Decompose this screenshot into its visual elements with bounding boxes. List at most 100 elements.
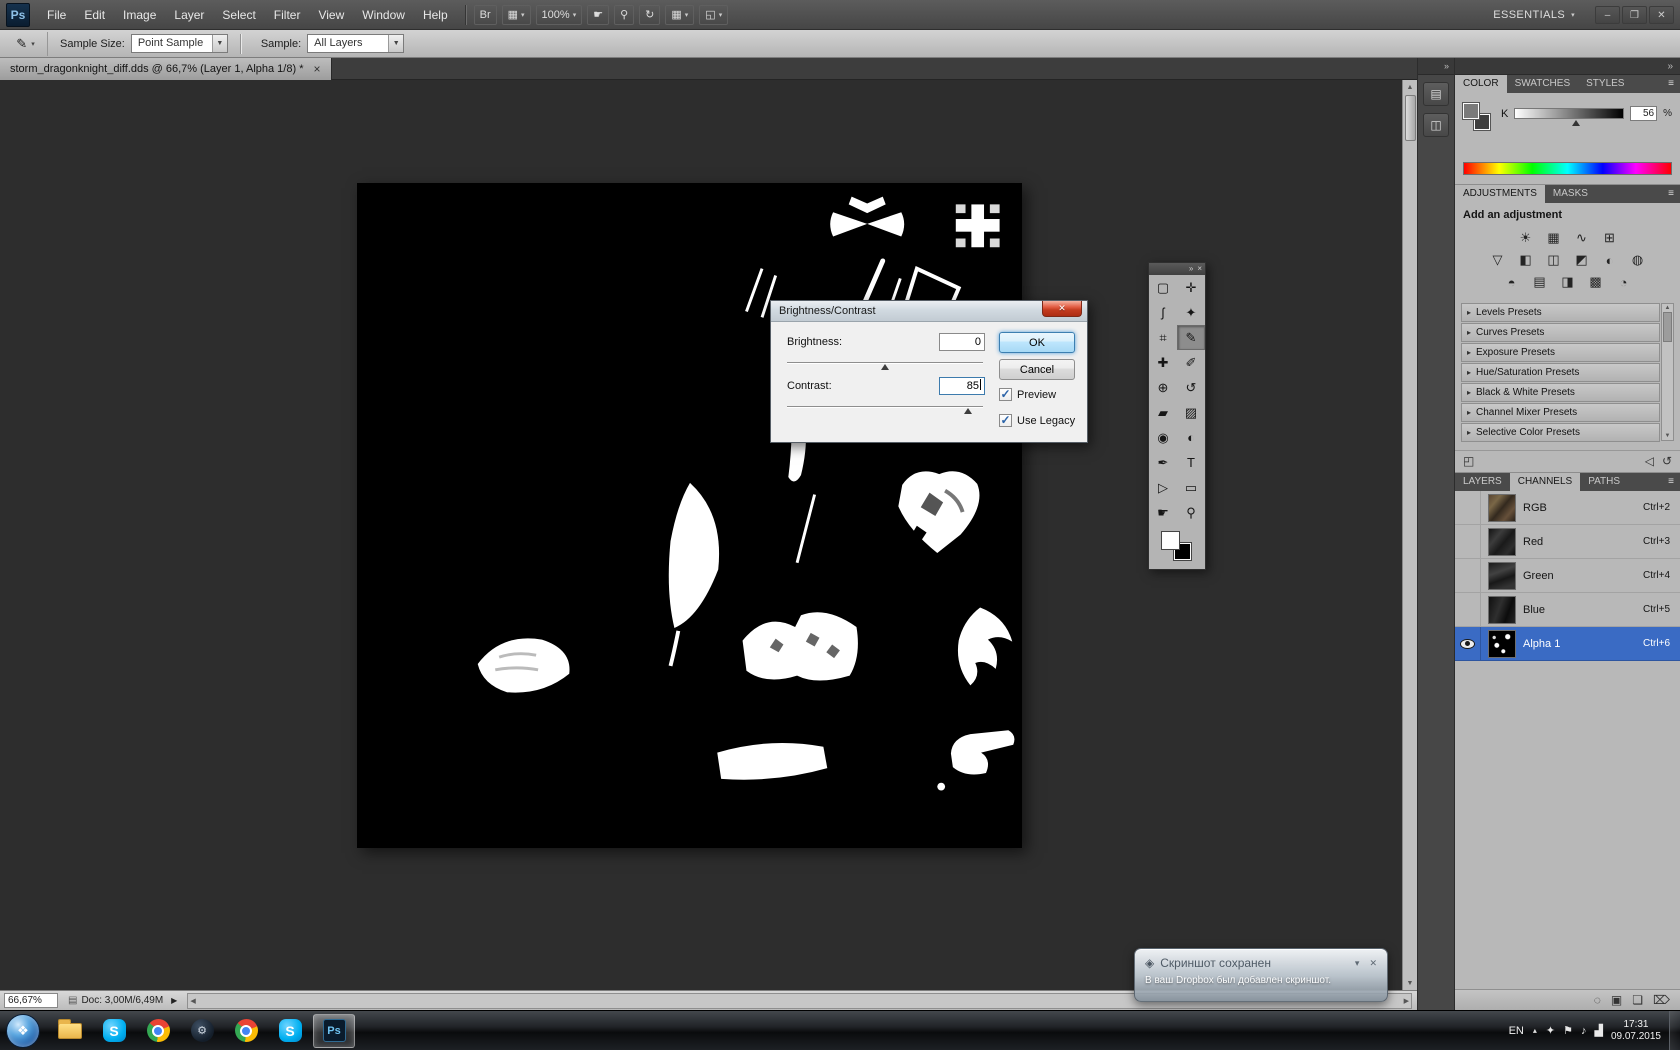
tray-volume-icon[interactable]: ♪: [1581, 1025, 1587, 1037]
use-legacy-checkbox[interactable]: ✓ Use Legacy: [999, 414, 1075, 427]
restore-button[interactable]: ❐: [1622, 5, 1647, 24]
contrast-slider-thumb[interactable]: [964, 408, 973, 414]
menu-layer[interactable]: Layer: [165, 0, 213, 30]
foreground-color-swatch[interactable]: [1462, 102, 1480, 120]
levels-adjustment-icon[interactable]: ▦: [1544, 229, 1564, 247]
preset-exposure-presets[interactable]: ▸ Exposure Presets: [1461, 343, 1660, 362]
tab-paths[interactable]: PATHS: [1580, 473, 1628, 491]
menu-image[interactable]: Image: [114, 0, 165, 30]
blur-tool[interactable]: ◉: [1149, 425, 1177, 450]
taskbar-clock[interactable]: 17:31 09.07.2015: [1611, 1019, 1661, 1043]
minimize-button[interactable]: –: [1595, 5, 1620, 24]
scroll-up-icon[interactable]: ▲: [1665, 305, 1671, 311]
channel-row-red[interactable]: Red Ctrl+3: [1455, 525, 1680, 559]
panel-menu-icon[interactable]: ≡: [1662, 473, 1680, 491]
hidden-icons-chevron[interactable]: ▴: [1533, 1026, 1537, 1035]
taskbar-explorer-button[interactable]: [49, 1014, 91, 1048]
show-desktop-button[interactable]: [1669, 1010, 1680, 1050]
visibility-toggle[interactable]: [1455, 525, 1481, 558]
k-slider-caret[interactable]: [1571, 120, 1580, 126]
brightness-contrast-adjustment-icon[interactable]: ☀: [1516, 229, 1536, 247]
menu-window[interactable]: Window: [353, 0, 414, 30]
preset-selective-color-presets[interactable]: ▸ Selective Color Presets: [1461, 423, 1660, 442]
taskbar-photoshop-button[interactable]: Ps: [313, 1013, 355, 1048]
zoom-level-dropdown[interactable]: 100% ▾: [535, 4, 583, 25]
invert-adjustment-icon[interactable]: ◓: [1502, 273, 1522, 291]
visibility-toggle[interactable]: [1455, 593, 1481, 626]
close-button[interactable]: ✕: [1649, 5, 1674, 24]
zoom-level-field[interactable]: 66,67%: [4, 993, 58, 1008]
tray-action-center-icon[interactable]: ⚑: [1563, 1024, 1573, 1037]
close-panel-icon[interactable]: ×: [1197, 264, 1202, 274]
tab-styles[interactable]: STYLES: [1578, 75, 1632, 93]
menu-edit[interactable]: Edit: [75, 0, 114, 30]
channel-mixer-adjustment-icon[interactable]: ◍: [1628, 251, 1648, 269]
save-selection-as-channel-button[interactable]: ▣: [1611, 993, 1622, 1007]
collapsed-panel-icon-2[interactable]: ◫: [1423, 113, 1449, 137]
hue-saturation-adjustment-icon[interactable]: ◧: [1516, 251, 1536, 269]
tab-close-icon[interactable]: ×: [313, 63, 320, 75]
expand-dock-button[interactable]: »: [1418, 58, 1454, 75]
scroll-down-icon[interactable]: ▼: [1665, 433, 1671, 439]
dialog-close-button[interactable]: ✕: [1042, 301, 1082, 317]
preset-hue-saturation-presets[interactable]: ▸ Hue/Saturation Presets: [1461, 363, 1660, 382]
taskbar-skype-2-button[interactable]: S: [269, 1014, 311, 1048]
preset-scroll-thumb[interactable]: [1663, 312, 1672, 342]
taskbar-steam-button[interactable]: ⚙: [181, 1014, 223, 1048]
crop-tool[interactable]: ⌗: [1149, 325, 1177, 350]
view-extras-button[interactable]: ▦ ▾: [501, 4, 531, 25]
preset-channel-mixer-presets[interactable]: ▸ Channel Mixer Presets: [1461, 403, 1660, 422]
sample-size-dropdown[interactable]: Point Sample ▼: [130, 34, 228, 53]
cancel-button[interactable]: Cancel: [999, 359, 1075, 380]
tab-adjustments[interactable]: ADJUSTMENTS: [1455, 185, 1545, 203]
zoom-tool[interactable]: ⚲: [1177, 500, 1205, 525]
photoshop-logo[interactable]: Ps: [6, 2, 30, 27]
collapse-panel-icon[interactable]: »: [1189, 264, 1193, 274]
notification-close-icon[interactable]: ✕: [1369, 958, 1377, 969]
scroll-right-icon[interactable]: ▶: [1404, 997, 1409, 1005]
path-selection-tool[interactable]: ▷: [1149, 475, 1177, 500]
visibility-toggle[interactable]: [1455, 559, 1481, 592]
status-flyout-icon[interactable]: ▶: [171, 996, 177, 1005]
panel-menu-icon[interactable]: ≡: [1662, 185, 1680, 203]
tray-network-icon[interactable]: ▟: [1594, 1024, 1602, 1037]
menu-filter[interactable]: Filter: [265, 0, 310, 30]
contrast-slider[interactable]: [787, 406, 983, 408]
shape-tool[interactable]: ▭: [1177, 475, 1205, 500]
preset-scrollbar[interactable]: ▲ ▼: [1661, 303, 1674, 441]
eraser-tool[interactable]: ▰: [1149, 400, 1177, 425]
tab-channels[interactable]: CHANNELS: [1509, 473, 1581, 491]
color-balance-adjustment-icon[interactable]: ◫: [1544, 251, 1564, 269]
foreground-background-swatches[interactable]: [1462, 102, 1491, 131]
rectangular-marquee-tool[interactable]: ▢: [1149, 275, 1177, 300]
ok-button[interactable]: OK: [999, 332, 1075, 353]
menu-help[interactable]: Help: [414, 0, 457, 30]
preset-levels-presets[interactable]: ▸ Levels Presets: [1461, 303, 1660, 322]
sample-dropdown[interactable]: All Layers ▼: [307, 34, 405, 53]
taskbar-skype-button[interactable]: S: [93, 1014, 135, 1048]
taskbar-chrome-button[interactable]: [137, 1014, 179, 1048]
workspace-switcher[interactable]: ESSENTIALS ▾: [1493, 9, 1575, 21]
black-white-adjustment-icon[interactable]: ◩: [1572, 251, 1592, 269]
tab-color[interactable]: COLOR: [1455, 75, 1507, 93]
dodge-tool[interactable]: ◐: [1177, 425, 1205, 450]
tool-color-swatches[interactable]: [1149, 529, 1205, 565]
collapsed-panel-icon-1[interactable]: ▤: [1423, 82, 1449, 106]
zoom-tool-button[interactable]: ⚲: [614, 4, 635, 25]
preset-curves-presets[interactable]: ▸ Curves Presets: [1461, 323, 1660, 342]
document-canvas[interactable]: [357, 183, 1022, 848]
curves-adjustment-icon[interactable]: ∿: [1572, 229, 1592, 247]
document-tab[interactable]: storm_dragonknight_diff.dds @ 66,7% (Lay…: [0, 58, 332, 80]
scroll-left-icon[interactable]: ◀: [190, 997, 195, 1005]
pen-tool[interactable]: ✒: [1149, 450, 1177, 475]
tab-swatches[interactable]: SWATCHES: [1507, 75, 1579, 93]
channel-row-blue[interactable]: Blue Ctrl+5: [1455, 593, 1680, 627]
start-button[interactable]: ❖: [6, 1013, 40, 1048]
reset-button[interactable]: ↺: [1662, 454, 1672, 468]
brightness-slider-thumb[interactable]: [881, 364, 889, 370]
eyedropper-tool[interactable]: ✎: [1177, 325, 1205, 350]
move-tool[interactable]: ✛: [1177, 275, 1205, 300]
k-value-field[interactable]: 56: [1630, 106, 1658, 121]
exposure-adjustment-icon[interactable]: ⊞: [1600, 229, 1620, 247]
gradient-tool[interactable]: ▨: [1177, 400, 1205, 425]
